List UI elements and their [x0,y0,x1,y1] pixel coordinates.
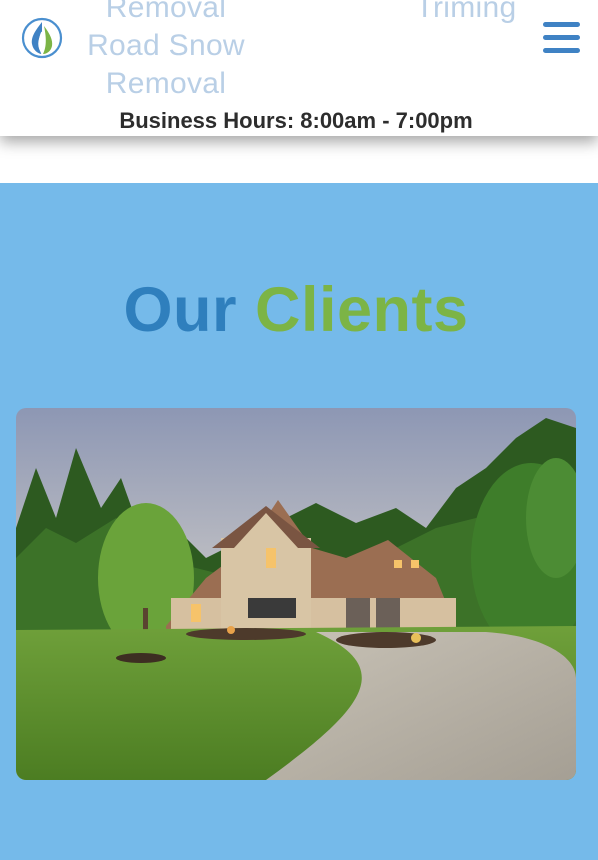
title-word-clients: Clients [254,275,469,345]
water-leaf-drop-logo-icon[interactable] [20,16,64,60]
site-header: Removal Road Snow Removal Triming Busine… [0,0,598,136]
house-photo [16,408,576,780]
menu-bar [543,22,580,27]
nav-snow-removal-links: Removal Road Snow Removal [66,0,266,103]
menu-bar [543,35,580,40]
hamburger-menu-icon[interactable] [543,20,581,54]
nav-item-road-snow[interactable]: Road Snow [66,27,266,65]
section-title: Our Clients [0,273,592,347]
our-clients-section: Our Clients [0,183,598,860]
nav-trimming-links: Triming [386,0,546,27]
nav-item-removal[interactable]: Removal [66,0,266,27]
nav-item-triming[interactable]: Triming [386,0,546,27]
menu-bar [543,48,580,53]
nav-item-road-snow-removal[interactable]: Removal [66,65,266,103]
business-hours: Business Hours: 8:00am - 7:00pm [119,108,473,133]
title-word-our: Our [123,275,237,345]
